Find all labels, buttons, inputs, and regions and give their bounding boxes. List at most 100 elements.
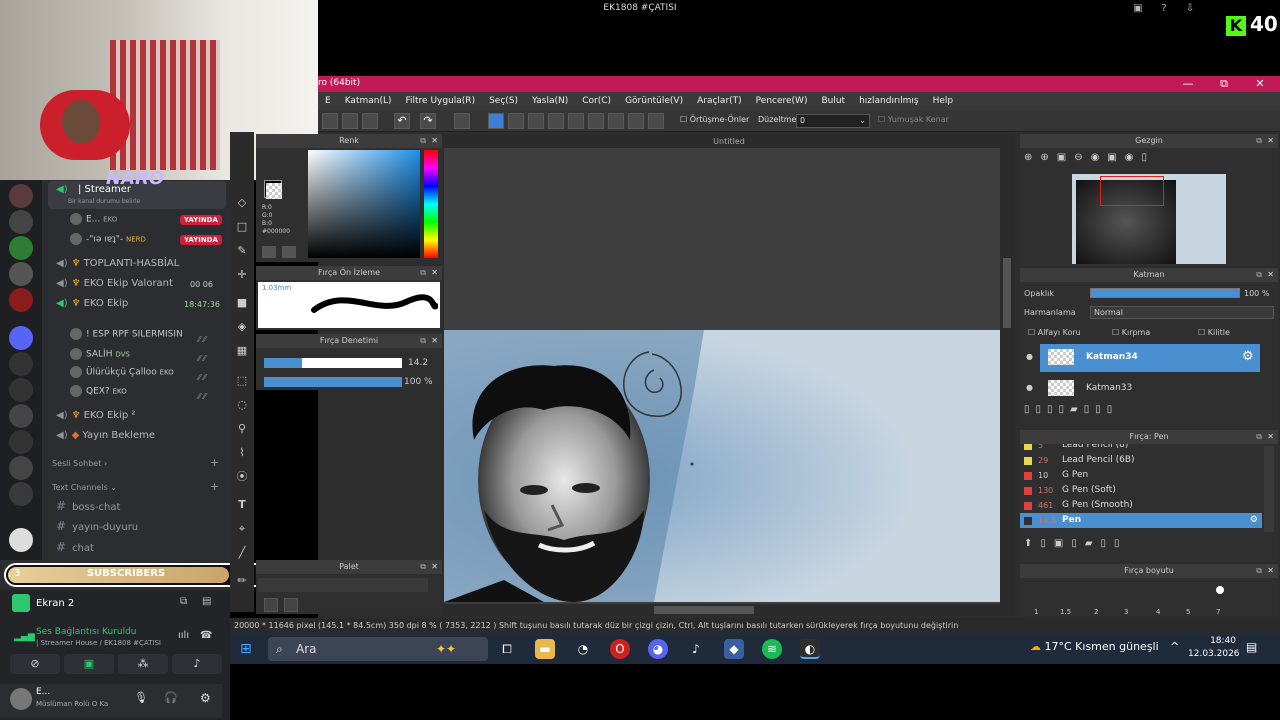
detach-icon[interactable]: ⧉ bbox=[420, 266, 426, 280]
snap-icon[interactable] bbox=[548, 113, 564, 129]
settings-icon[interactable] bbox=[648, 113, 664, 129]
blend-mode-select[interactable]: Normal bbox=[1090, 306, 1274, 319]
menu-item[interactable]: Help bbox=[933, 92, 954, 110]
add-channel-icon[interactable]: + bbox=[210, 456, 219, 469]
close-icon[interactable]: ✕ bbox=[431, 560, 438, 574]
brush-item[interactable]: 5 Lead Pencil (8) bbox=[1020, 444, 1262, 453]
disconnect-icon[interactable]: ☎ bbox=[200, 630, 212, 641]
voice-channel[interactable]: ◀) ◆ Yayın Bekleme bbox=[56, 430, 155, 448]
detach-icon[interactable]: ⧉ bbox=[1256, 430, 1262, 444]
snap-grid-icon[interactable] bbox=[568, 113, 584, 129]
server-icon[interactable] bbox=[9, 430, 33, 454]
pen-tool-icon[interactable]: ✎ bbox=[233, 242, 251, 260]
brush-item-selected[interactable]: 14.3 Pen ⚙ bbox=[1020, 513, 1262, 528]
line-tool-icon[interactable]: ╱ bbox=[233, 544, 251, 562]
text-channel[interactable]: # yayın-duyuru bbox=[56, 519, 138, 533]
voice-user[interactable]: QEX? EKO bbox=[70, 385, 127, 403]
menu-item[interactable]: Pencere(W) bbox=[756, 92, 808, 110]
notification-icon[interactable]: ▤ bbox=[1246, 640, 1257, 654]
horizontal-scrollbar[interactable] bbox=[444, 604, 1014, 616]
menu-item[interactable]: Araçlar(T) bbox=[697, 92, 742, 110]
menu-item[interactable]: Bulut bbox=[821, 92, 845, 110]
redo-icon[interactable]: ↷ bbox=[420, 113, 436, 129]
size-preset[interactable]: 2 bbox=[1094, 608, 1098, 616]
server-icon[interactable] bbox=[9, 210, 33, 234]
brush-item[interactable]: 461 G Pen (Smooth) bbox=[1020, 498, 1262, 513]
gear-icon[interactable]: ⚙ bbox=[200, 691, 211, 705]
server-icon[interactable] bbox=[9, 352, 33, 376]
grid-icon[interactable] bbox=[528, 113, 544, 129]
chevron-up-icon[interactable]: ^ bbox=[1170, 640, 1179, 653]
move-tool-icon[interactable]: ✛ bbox=[233, 266, 251, 284]
visibility-icon[interactable]: ● bbox=[1026, 383, 1033, 392]
color-mode-icon[interactable] bbox=[282, 246, 296, 258]
voice-channel[interactable]: ◀) ♆ TOPLANTI-HASBİAL bbox=[56, 258, 179, 276]
close-icon[interactable]: ✕ bbox=[1267, 268, 1274, 282]
stabilizer-icon[interactable] bbox=[488, 113, 504, 129]
taskbar-search[interactable]: ⌕ Ara ✦✦ bbox=[268, 637, 488, 661]
blend-tool-icon[interactable]: ⌇ bbox=[233, 444, 251, 462]
voice-channel[interactable]: ◀) ♆ EKO Ekip ² bbox=[56, 410, 135, 428]
text-tool-icon[interactable]: T bbox=[233, 496, 251, 514]
lasso-tool-icon[interactable]: ◌ bbox=[233, 396, 251, 414]
new-icon[interactable] bbox=[322, 113, 338, 129]
voice-channel[interactable]: ◀) ♆ EKO Ekip Valorant 00 06 bbox=[56, 278, 226, 296]
task-view-icon[interactable]: ⧠ bbox=[497, 639, 517, 659]
gradient-tool-icon[interactable]: ▦ bbox=[233, 342, 251, 360]
camera-off-button[interactable]: ⊘ bbox=[10, 654, 60, 674]
cast-icon[interactable]: ▣ bbox=[1132, 3, 1144, 15]
app-icon[interactable]: ◔ bbox=[573, 639, 593, 659]
canvas-tab[interactable]: Untitled bbox=[444, 135, 1014, 148]
server-icon[interactable] bbox=[9, 378, 33, 402]
detach-icon[interactable]: ⧉ bbox=[1256, 564, 1262, 578]
minimize-icon[interactable]: — bbox=[1178, 77, 1198, 90]
menu-item[interactable]: hızlandırılmış bbox=[859, 92, 919, 110]
lock-checkbox[interactable]: ☐ Kilitle bbox=[1198, 328, 1230, 337]
new-palette-icon[interactable] bbox=[264, 598, 278, 612]
file-explorer-icon[interactable]: ▬ bbox=[535, 639, 555, 659]
frame-tool-icon[interactable]: ■ bbox=[233, 294, 251, 312]
section-voice[interactable]: Sesli Sohbet › bbox=[52, 459, 107, 468]
pencil-tool-icon[interactable]: ✏ bbox=[233, 572, 251, 590]
tiktok-icon[interactable]: ♪ bbox=[686, 639, 706, 659]
brush-opacity-slider[interactable] bbox=[264, 377, 402, 387]
palette-area[interactable] bbox=[258, 578, 428, 592]
hue-slider[interactable] bbox=[424, 150, 438, 258]
size-preset[interactable]: 4 bbox=[1156, 608, 1160, 616]
detach-icon[interactable]: ⧉ bbox=[420, 334, 426, 348]
voice-user[interactable]: E... EKO YAYINDA bbox=[70, 213, 222, 231]
rotate-icon[interactable] bbox=[628, 113, 644, 129]
lock-alpha-checkbox[interactable]: ☐ Alfayı Koru bbox=[1028, 328, 1081, 337]
marquee-tool-icon[interactable]: ⬚ bbox=[233, 372, 251, 390]
opera-icon[interactable]: O bbox=[610, 639, 630, 659]
open-icon[interactable] bbox=[342, 113, 358, 129]
server-icon[interactable] bbox=[9, 288, 33, 312]
server-icon[interactable] bbox=[9, 456, 33, 480]
fill-tool-icon[interactable]: ◈ bbox=[233, 318, 251, 336]
server-icon[interactable] bbox=[9, 482, 33, 506]
server-icon[interactable] bbox=[9, 262, 33, 286]
color-saturation-field[interactable] bbox=[308, 150, 420, 258]
color-swatch-sub[interactable] bbox=[266, 183, 282, 199]
server-icon[interactable] bbox=[9, 404, 33, 428]
voice-user[interactable]: SALİH DVS bbox=[70, 348, 130, 366]
close-icon[interactable]: ✕ bbox=[1267, 134, 1274, 148]
layer-actions[interactable]: ▯▯▯▯▰▯▯▯ bbox=[1024, 404, 1224, 420]
download-icon[interactable]: ⇩ bbox=[1184, 3, 1196, 15]
correction-input[interactable]: 0 ⌄ bbox=[796, 114, 870, 128]
soundboard-button[interactable]: ♪ bbox=[172, 654, 222, 674]
scroll-thumb[interactable] bbox=[654, 606, 754, 614]
close-icon[interactable]: ✕ bbox=[431, 334, 438, 348]
perspective-icon[interactable] bbox=[608, 113, 624, 129]
brush-actions[interactable]: ⬆▯▣▯▰▯▯ bbox=[1024, 538, 1224, 554]
close-icon[interactable]: ✕ bbox=[431, 266, 438, 280]
activity-button[interactable]: ⁂ bbox=[118, 654, 168, 674]
view-frame[interactable] bbox=[1100, 176, 1164, 206]
gear-icon[interactable]: ⚙ bbox=[1242, 349, 1254, 364]
close-icon[interactable]: ✕ bbox=[1267, 430, 1274, 444]
screen-share-button[interactable]: ▣ bbox=[64, 654, 114, 674]
voice-user[interactable]: Ülürükçü Çalloo EKO bbox=[70, 366, 174, 384]
clipping-checkbox[interactable]: ☐ Kırpma bbox=[1112, 328, 1150, 337]
navigator-thumbnail[interactable] bbox=[1072, 174, 1226, 264]
server-icon[interactable] bbox=[9, 528, 33, 552]
